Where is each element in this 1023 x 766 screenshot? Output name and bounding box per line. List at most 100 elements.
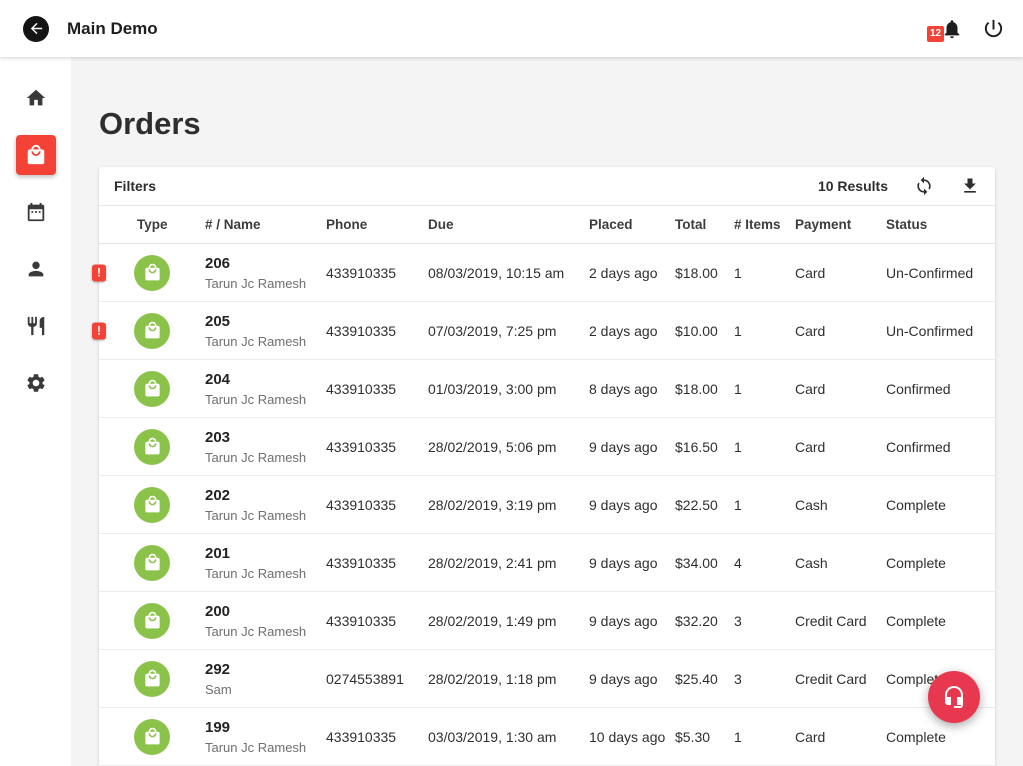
column-header-status: Status	[886, 206, 995, 244]
cell-payment: Card	[795, 244, 886, 302]
order-number: 205	[205, 313, 320, 330]
table-row[interactable]: ! 206 Tarun Jc Ramesh 433910335 08/03/20…	[99, 244, 995, 302]
column-header-payment: Payment	[795, 206, 886, 244]
download-icon	[960, 176, 980, 196]
order-customer-name: Tarun Jc Ramesh	[205, 276, 320, 291]
order-number: 199	[205, 719, 320, 736]
cell-number-name: 206 Tarun Jc Ramesh	[205, 244, 326, 302]
cell-due: 28/02/2019, 3:19 pm	[428, 476, 589, 534]
shopping-bag-icon	[143, 321, 162, 340]
cell-placed: 9 days ago	[589, 534, 675, 592]
cell-number-name: 292 Sam	[205, 650, 326, 708]
sidebar	[0, 57, 71, 766]
help-launcher-button[interactable]	[928, 671, 980, 723]
back-button[interactable]	[23, 16, 49, 42]
notifications-button[interactable]: 12	[939, 17, 963, 41]
person-icon	[25, 258, 47, 280]
column-header-due: Due	[428, 206, 589, 244]
cell-payment: Card	[795, 302, 886, 360]
calendar-icon	[25, 201, 47, 223]
cell-placed: 9 days ago	[589, 592, 675, 650]
main-content: Orders Filters 10 Results T	[71, 57, 1023, 766]
cell-status: Un-Confirmed	[886, 244, 995, 302]
table-header-row: Type # / Name Phone Due Placed Total # I…	[99, 206, 995, 244]
cell-number-name: 201 Tarun Jc Ramesh	[205, 534, 326, 592]
cell-payment: Card	[795, 360, 886, 418]
filters-toggle[interactable]: Filters	[114, 178, 156, 194]
cell-items: 3	[734, 650, 795, 708]
alert-icon: !	[92, 264, 106, 281]
home-icon	[25, 87, 47, 109]
order-type-icon	[134, 661, 170, 697]
shopping-bag-icon	[143, 553, 162, 572]
cell-status: Complete	[886, 534, 995, 592]
order-type-icon	[134, 371, 170, 407]
table-row[interactable]: ! 204 Tarun Jc Ramesh 433910335 01/03/20…	[99, 360, 995, 418]
download-button[interactable]	[960, 176, 980, 196]
cell-phone: 433910335	[326, 360, 428, 418]
cell-number-name: 199 Tarun Jc Ramesh	[205, 708, 326, 766]
column-header-items: # Items	[734, 206, 795, 244]
sidebar-item-calendar[interactable]	[16, 192, 56, 232]
cell-due: 08/03/2019, 10:15 am	[428, 244, 589, 302]
table-row[interactable]: ! 200 Tarun Jc Ramesh 433910335 28/02/20…	[99, 592, 995, 650]
logout-button[interactable]	[980, 16, 1006, 42]
cell-due: 28/02/2019, 1:49 pm	[428, 592, 589, 650]
refresh-button[interactable]	[914, 176, 934, 196]
shopping-bag-icon	[143, 727, 162, 746]
cell-phone: 433910335	[326, 592, 428, 650]
sidebar-item-settings[interactable]	[16, 363, 56, 403]
cell-placed: 9 days ago	[589, 650, 675, 708]
cell-due: 28/02/2019, 5:06 pm	[428, 418, 589, 476]
order-type-icon	[134, 545, 170, 581]
order-type-icon	[134, 603, 170, 639]
arrow-back-icon	[28, 20, 45, 37]
cell-phone: 433910335	[326, 708, 428, 766]
column-header-phone: Phone	[326, 206, 428, 244]
orders-table-body: ! 206 Tarun Jc Ramesh 433910335 08/03/20…	[99, 244, 995, 766]
order-type-icon	[134, 719, 170, 755]
cell-status: Un-Confirmed	[886, 302, 995, 360]
order-customer-name: Tarun Jc Ramesh	[205, 566, 320, 581]
cell-items: 1	[734, 244, 795, 302]
cell-phone: 433910335	[326, 418, 428, 476]
cell-type: !	[99, 302, 205, 360]
cell-number-name: 205 Tarun Jc Ramesh	[205, 302, 326, 360]
cell-type: !	[99, 650, 205, 708]
cell-status: Confirmed	[886, 360, 995, 418]
sidebar-item-orders[interactable]	[16, 135, 56, 175]
order-customer-name: Tarun Jc Ramesh	[205, 624, 320, 639]
bell-icon	[941, 18, 963, 40]
cell-total: $32.20	[675, 592, 734, 650]
sync-icon	[914, 176, 934, 196]
table-row[interactable]: ! 202 Tarun Jc Ramesh 433910335 28/02/20…	[99, 476, 995, 534]
order-customer-name: Tarun Jc Ramesh	[205, 508, 320, 523]
headset-icon	[942, 685, 966, 709]
table-row[interactable]: ! 205 Tarun Jc Ramesh 433910335 07/03/20…	[99, 302, 995, 360]
panel-header: Filters 10 Results	[99, 167, 995, 205]
cell-status: Complete	[886, 476, 995, 534]
sidebar-item-customers[interactable]	[16, 249, 56, 289]
cell-due: 01/03/2019, 3:00 pm	[428, 360, 589, 418]
table-row[interactable]: ! 203 Tarun Jc Ramesh 433910335 28/02/20…	[99, 418, 995, 476]
cell-payment: Card	[795, 708, 886, 766]
table-row[interactable]: ! 292 Sam 0274553891 28/02/2019, 1:18 pm…	[99, 650, 995, 708]
cell-total: $34.00	[675, 534, 734, 592]
order-number: 202	[205, 487, 320, 504]
table-row[interactable]: ! 201 Tarun Jc Ramesh 433910335 28/02/20…	[99, 534, 995, 592]
power-icon	[982, 17, 1005, 40]
cell-number-name: 202 Tarun Jc Ramesh	[205, 476, 326, 534]
cell-total: $18.00	[675, 244, 734, 302]
order-customer-name: Tarun Jc Ramesh	[205, 450, 320, 465]
sidebar-item-home[interactable]	[16, 78, 56, 118]
cell-placed: 8 days ago	[589, 360, 675, 418]
cell-total: $16.50	[675, 418, 734, 476]
order-type-icon	[134, 429, 170, 465]
sidebar-item-menu[interactable]	[16, 306, 56, 346]
table-row[interactable]: ! 199 Tarun Jc Ramesh 433910335 03/03/20…	[99, 708, 995, 766]
cell-placed: 9 days ago	[589, 418, 675, 476]
shopping-bag-icon	[143, 263, 162, 282]
cell-due: 28/02/2019, 2:41 pm	[428, 534, 589, 592]
cell-type: !	[99, 592, 205, 650]
cell-phone: 433910335	[326, 244, 428, 302]
